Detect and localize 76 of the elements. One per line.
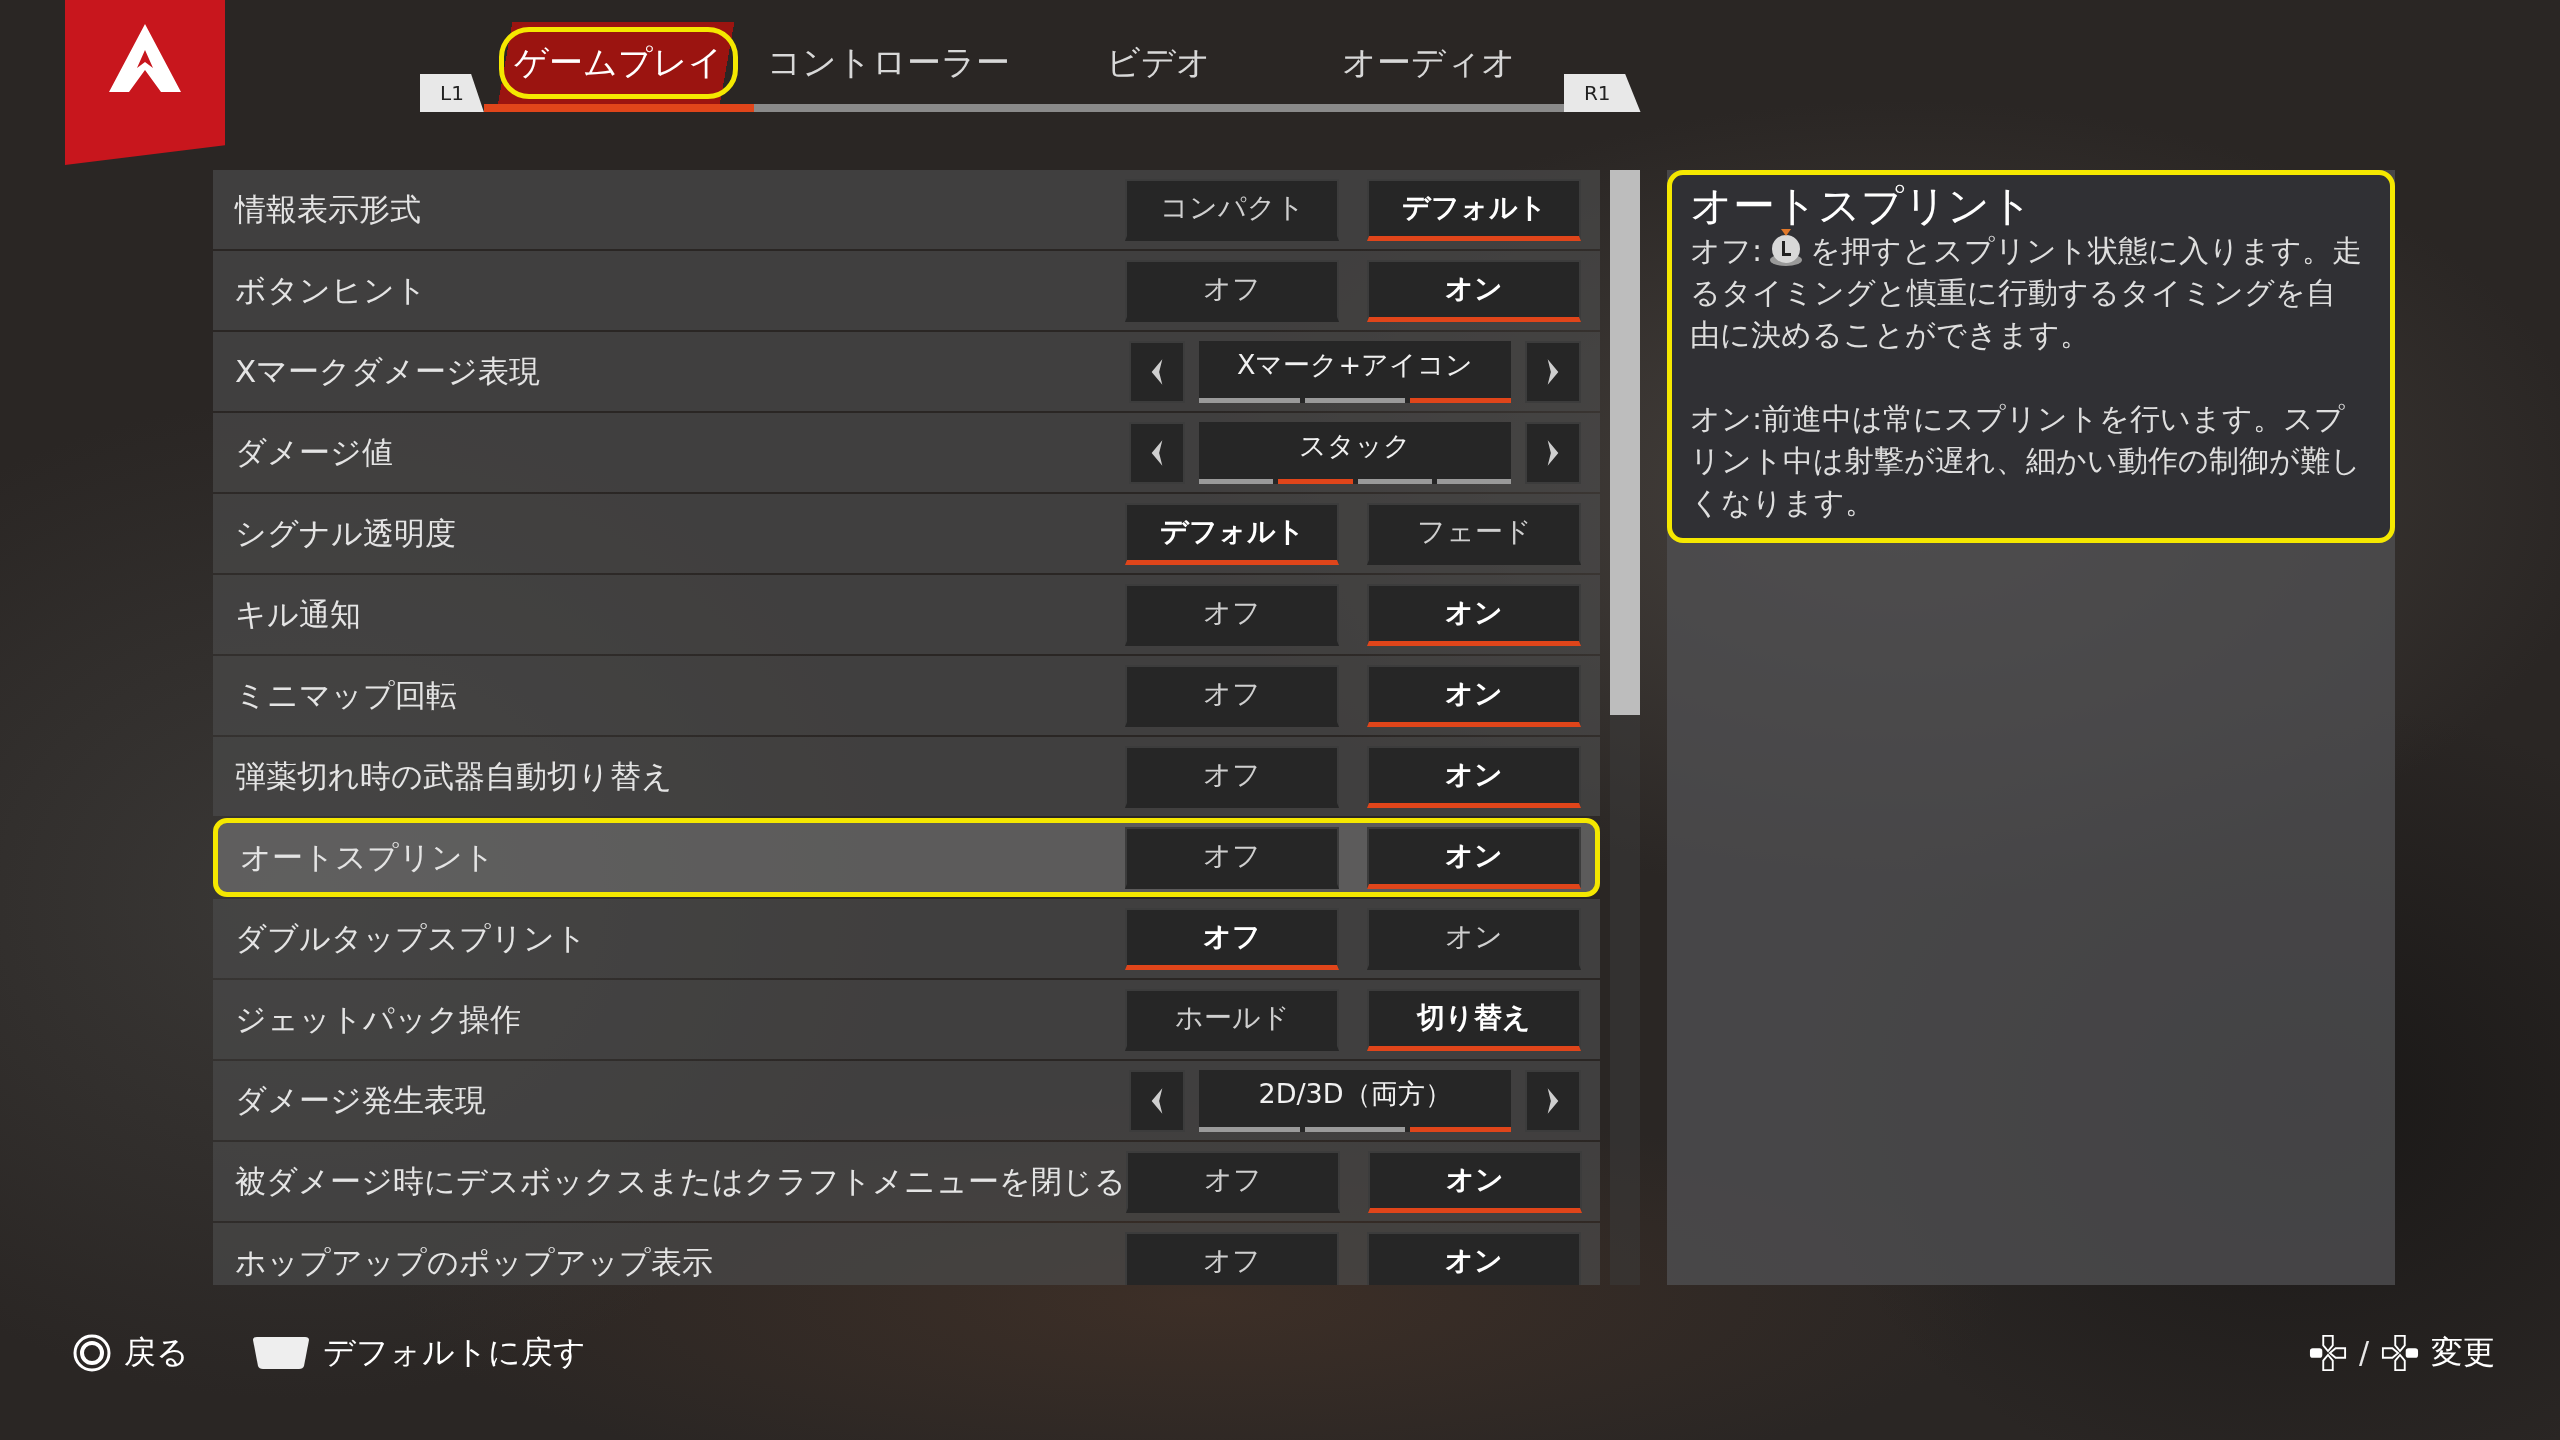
option-button[interactable]: デフォルト	[1125, 502, 1339, 565]
reset-hint[interactable]: デフォルトに戻す	[323, 1330, 586, 1375]
setting-row[interactable]: 被ダメージ時にデスボックスまたはクラフトメニューを閉じる オフ オン	[213, 1142, 1600, 1221]
setting-label: ダメージ値	[235, 432, 393, 472]
setting-label: ダブルタップスプリント	[235, 918, 587, 958]
option-button[interactable]: オン	[1367, 745, 1581, 808]
setting-label: 弾薬切れ時の武器自動切り替え	[235, 756, 673, 796]
previous-button[interactable]	[1129, 421, 1185, 484]
setting-label: 情報表示形式	[235, 189, 421, 229]
carousel-value: スタック	[1199, 421, 1511, 484]
tab[interactable]: ビデオ	[1023, 22, 1294, 112]
setting-label: シグナル透明度	[235, 513, 456, 553]
option-button[interactable]: オフ	[1125, 259, 1339, 322]
shoulder-badge: L1	[420, 74, 484, 112]
previous-button[interactable]	[1129, 340, 1185, 403]
carousel-value: Xマーク+アイコン	[1199, 340, 1511, 403]
circle-button-icon	[72, 1332, 112, 1373]
setting-label: オートスプリント	[240, 837, 495, 877]
option-button[interactable]: オン	[1368, 1150, 1582, 1213]
option-button[interactable]: コンパクト	[1125, 178, 1339, 241]
setting-label: ホップアップのポップアップ表示	[235, 1242, 713, 1282]
setting-label: Xマークダメージ表現	[235, 351, 541, 391]
tab[interactable]: コントローラー	[753, 22, 1024, 112]
option-button[interactable]: デフォルト	[1367, 178, 1581, 241]
dpad-left-icon	[2308, 1333, 2347, 1372]
option-button[interactable]: オン	[1367, 664, 1581, 727]
change-hint[interactable]: 変更	[2431, 1330, 2495, 1375]
option-button[interactable]: オフ	[1125, 907, 1339, 970]
setting-row[interactable]: ミニマップ回転 オフ オン	[213, 656, 1600, 735]
setting-row[interactable]: オートスプリント オフ オン	[213, 818, 1600, 897]
option-button[interactable]: 切り替え	[1367, 988, 1581, 1051]
previous-button[interactable]	[1129, 1069, 1185, 1132]
setting-label: キル通知	[235, 594, 361, 634]
option-button[interactable]: オフ	[1125, 664, 1339, 727]
setting-row[interactable]: ホップアップのポップアップ表示 オフ オン	[213, 1223, 1600, 1285]
setting-label: ミニマップ回転	[235, 675, 457, 715]
option-button[interactable]: オン	[1367, 583, 1581, 646]
scrollbar[interactable]	[1610, 170, 1640, 1285]
description-title: オートスプリント	[1690, 183, 2034, 230]
shoulder-badge: R1	[1563, 74, 1641, 112]
option-button[interactable]: フェード	[1367, 502, 1581, 565]
setting-row[interactable]: シグナル透明度 デフォルト フェード	[213, 494, 1600, 573]
tab[interactable]: ゲームプレイ	[483, 22, 754, 112]
option-button[interactable]: オン	[1367, 907, 1581, 970]
back-hint[interactable]: 戻る	[124, 1330, 189, 1375]
next-button[interactable]	[1525, 1069, 1581, 1132]
option-button[interactable]: オフ	[1126, 1150, 1340, 1213]
option-button[interactable]: オン	[1367, 826, 1581, 889]
setting-label: ジェットパック操作	[235, 999, 521, 1039]
option-button[interactable]: オフ	[1125, 745, 1339, 808]
carousel-value: 2D/3D（両方）	[1199, 1069, 1511, 1132]
setting-row[interactable]: ダメージ値 スタック	[213, 413, 1600, 492]
setting-row[interactable]: Xマークダメージ表現 Xマーク+アイコン	[213, 332, 1600, 411]
next-button[interactable]	[1525, 421, 1581, 484]
option-button[interactable]: オン	[1367, 259, 1581, 322]
separator-text: /	[2358, 1335, 2369, 1370]
setting-label: ダメージ発生表現	[235, 1080, 486, 1120]
option-button[interactable]: オフ	[1125, 826, 1339, 889]
option-button[interactable]: オン	[1367, 1231, 1581, 1285]
option-button[interactable]: オフ	[1125, 583, 1339, 646]
next-button[interactable]	[1525, 340, 1581, 403]
setting-row[interactable]: ダメージ発生表現 2D/3D（両方）	[213, 1061, 1600, 1140]
description-text: オフ: を押すとスプリント状態に入ります。走るタイミングと慎重に行動するタイミングを自由に決めることができます。	[1690, 229, 2364, 357]
option-button[interactable]: ホールド	[1125, 988, 1339, 1051]
option-button[interactable]: オフ	[1125, 1231, 1339, 1285]
description-text: オン:前進中は常にスプリントを行います。スプリント中は射撃が遅れ、細かい動作の制御が難しくなります。	[1690, 400, 2362, 523]
setting-row[interactable]: ボタンヒント オフ オン	[213, 251, 1600, 330]
setting-row[interactable]: 弾薬切れ時の武器自動切り替え オフ オン	[213, 737, 1600, 816]
setting-label: ボタンヒント	[235, 270, 427, 310]
setting-row[interactable]: キル通知 オフ オン	[213, 575, 1600, 654]
setting-label: 被ダメージ時にデスボックスまたはクラフトメニューを閉じる	[235, 1161, 1126, 1201]
dpad-right-icon	[2381, 1333, 2419, 1372]
setting-row[interactable]: ジェットパック操作 ホールド 切り替え	[213, 980, 1600, 1059]
touchpad-icon	[251, 1335, 311, 1370]
setting-row[interactable]: 情報表示形式 コンパクト デフォルト	[213, 170, 1600, 249]
setting-row[interactable]: ダブルタップスプリント オフ オン	[213, 899, 1600, 978]
